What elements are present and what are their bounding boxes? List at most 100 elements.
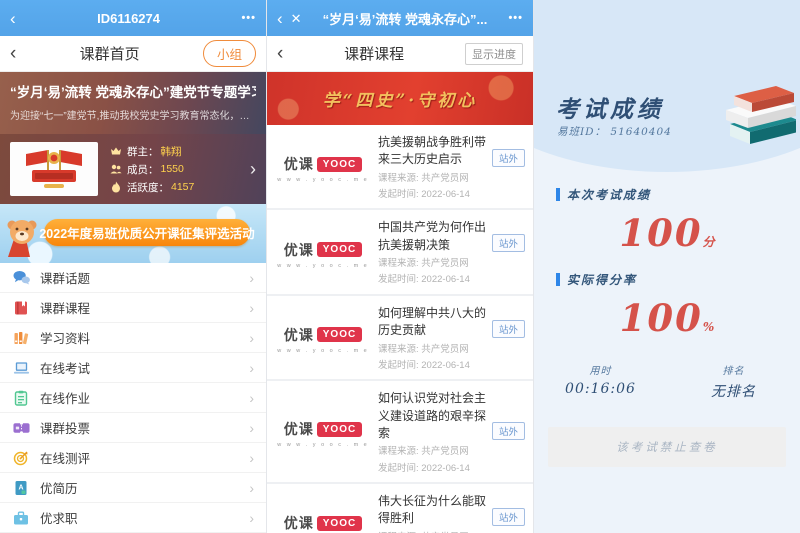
course-time: 发起时间: 2022-06-14 bbox=[378, 273, 525, 286]
activity-value: 4157 bbox=[171, 181, 194, 193]
book-icon bbox=[12, 299, 30, 317]
course-item[interactable]: 优课YOOC w w w . y o o c . m e 抗美援朝战争胜利带来三… bbox=[267, 125, 533, 210]
menu-item-label: 学习资料 bbox=[40, 328, 249, 347]
group-menu: 课群话题 › 课群课程 › 学习资料 › 在线考试 › 在线作业 › bbox=[0, 263, 266, 533]
owner-row: 群主：韩翔 bbox=[110, 144, 250, 159]
menu-item-label: 在线作业 bbox=[40, 388, 249, 407]
offsite-badge: 站外 bbox=[492, 234, 525, 252]
chevron-right-icon: › bbox=[249, 450, 254, 466]
time-cell: 用时 00:16:06 bbox=[534, 362, 667, 401]
page-title: 课群首页 bbox=[16, 43, 203, 64]
menu-item-assessment[interactable]: 在线测评 › bbox=[0, 443, 266, 473]
statusbar-title: “岁月‘易’流转 党魂永存心”... bbox=[310, 9, 501, 28]
group-stats: 群主：韩翔 成员：1550 活跃度：4157 bbox=[110, 141, 250, 198]
menu-item-exams[interactable]: 在线考试 › bbox=[0, 353, 266, 383]
close-icon[interactable]: ✕ bbox=[291, 12, 302, 25]
yooc-logo: 优课YOOC w w w . y o o c . m e bbox=[275, 493, 371, 533]
rate-label: 实际得分率 bbox=[567, 271, 637, 288]
course-item[interactable]: 优课YOOC w w w . y o o c . m e 中国共产党为何作出抗美… bbox=[267, 210, 533, 295]
yooc-logo-cn: 优课 bbox=[284, 154, 314, 174]
owner-value: 韩翔 bbox=[161, 144, 182, 159]
yooc-logo: 优课YOOC w w w . y o o c . m e bbox=[275, 305, 371, 372]
yooc-logo-cn: 优课 bbox=[284, 325, 314, 345]
course-body: 如何认识党对社会主义建设道路的艰辛探索 站外 课程来源: 共产党员网 发起时间:… bbox=[378, 390, 525, 475]
statusbar-title: ID6116274 bbox=[24, 11, 234, 26]
chevron-right-icon: › bbox=[249, 330, 254, 346]
chevron-right-icon: › bbox=[249, 420, 254, 436]
course-source: 课程来源: 共产党员网 bbox=[378, 172, 525, 185]
menu-item-materials[interactable]: 学习资料 › bbox=[0, 323, 266, 353]
group-button[interactable]: 小组 bbox=[203, 40, 256, 67]
yooc-logo-cn: 优课 bbox=[284, 240, 314, 260]
course-body: 抗美援朝战争胜利带来三大历史启示 站外 课程来源: 共产党员网 发起时间: 20… bbox=[378, 134, 525, 201]
page-title: 课群课程 bbox=[283, 43, 465, 64]
score-value: 100 bbox=[619, 211, 702, 255]
statusbar-middle: ‹ ✕ “岁月‘易’流转 党魂永存心”... ••• bbox=[267, 0, 533, 36]
section-bar-icon bbox=[556, 188, 560, 201]
chevron-right-icon: › bbox=[249, 390, 254, 406]
course-title: 如何理解中共八大的历史贡献 bbox=[378, 305, 487, 340]
time-value: 00:16:06 bbox=[534, 381, 667, 397]
yooc-logo-url: w w w . y o o c . m e bbox=[277, 348, 369, 354]
chevron-right-icon: › bbox=[249, 480, 254, 496]
owner-label: 群主： bbox=[127, 144, 159, 159]
panel-course-list: ‹ ✕ “岁月‘易’流转 党魂永存心”... ••• ‹ 课群课程 显示进度 学… bbox=[266, 0, 533, 533]
yooc-logo: 优课YOOC w w w . y o o c . m e bbox=[275, 134, 371, 201]
menu-item-votes[interactable]: 课群投票 › bbox=[0, 413, 266, 443]
menu-item-courses[interactable]: 课群课程 › bbox=[0, 293, 266, 323]
menu-item-jobs[interactable]: 优求职 › bbox=[0, 503, 266, 533]
course-body: 如何理解中共八大的历史贡献 站外 课程来源: 共产党员网 发起时间: 2022-… bbox=[378, 305, 525, 372]
course-item[interactable]: 优课YOOC w w w . y o o c . m e 如何理解中共八大的历史… bbox=[267, 296, 533, 381]
yooc-logo-url: w w w . y o o c . m e bbox=[277, 442, 369, 448]
bear-mascot-icon bbox=[4, 215, 42, 259]
course-title: 抗美援朝战争胜利带来三大历史启示 bbox=[378, 134, 487, 169]
briefcase-icon bbox=[12, 509, 30, 527]
yooc-logo-en: YOOC bbox=[317, 157, 362, 172]
more-icon[interactable]: ••• bbox=[241, 13, 256, 24]
banner-slogan: 学“四史”·守初心 bbox=[323, 86, 477, 111]
chevron-right-icon: › bbox=[250, 159, 256, 180]
menu-item-label: 在线测评 bbox=[40, 448, 249, 467]
back-icon[interactable]: ‹ bbox=[277, 10, 283, 27]
yooc-logo-url: w w w . y o o c . m e bbox=[277, 177, 369, 183]
review-forbidden-button[interactable]: 该考试禁止查卷 bbox=[548, 427, 786, 467]
menu-item-label: 课群投票 bbox=[40, 418, 249, 437]
show-progress-button[interactable]: 显示进度 bbox=[465, 43, 523, 65]
rate-value: 100 bbox=[620, 296, 703, 340]
section-bar-icon bbox=[556, 273, 560, 286]
menu-item-label: 在线考试 bbox=[40, 358, 249, 377]
course-time: 发起时间: 2022-06-14 bbox=[378, 359, 525, 372]
back-icon[interactable]: ‹ bbox=[10, 10, 16, 27]
files-icon bbox=[12, 329, 30, 347]
time-label: 用时 bbox=[534, 362, 667, 377]
activity-label: 活跃度： bbox=[127, 180, 169, 195]
flame-icon bbox=[110, 181, 122, 193]
course-time: 发起时间: 2022-06-14 bbox=[378, 188, 525, 201]
navbar-group-home: ‹ 课群首页 小组 bbox=[0, 36, 266, 72]
chevron-right-icon: › bbox=[249, 510, 254, 526]
course-item[interactable]: 优课YOOC w w w . y o o c . m e 如何认识党对社会主义建… bbox=[267, 381, 533, 484]
course-time: 发起时间: 2022-06-14 bbox=[378, 462, 525, 475]
three-screen-mockup: ‹ ID6116274 ••• ‹ 课群首页 小组 “岁月‘易’流转 党魂永存心… bbox=[0, 0, 800, 533]
ticket-icon bbox=[12, 419, 30, 437]
activity-banner[interactable]: 2022年度易班优质公开课征集评选活动 bbox=[0, 204, 266, 263]
course-item[interactable]: 优课YOOC w w w . y o o c . m e 伟大长征为什么能取得胜… bbox=[267, 484, 533, 533]
menu-item-homework[interactable]: 在线作业 › bbox=[0, 383, 266, 413]
activity-banner-text: 2022年度易班优质公开课征集评选活动 bbox=[44, 219, 250, 246]
yooc-logo-cn: 优课 bbox=[284, 513, 314, 533]
menu-item-resume[interactable]: A 优简历 › bbox=[0, 473, 266, 503]
panel-exam-result: ‹ ID6116274 ✕ ‹ 考试成绩 考试成绩 易班ID： 51640404 bbox=[533, 0, 800, 533]
target-icon bbox=[12, 449, 30, 467]
group-info-card[interactable]: 群主：韩翔 成员：1550 活跃度：4157 › bbox=[0, 134, 266, 204]
yooc-logo: 优课YOOC w w w . y o o c . m e bbox=[275, 390, 371, 475]
more-icon[interactable]: ••• bbox=[508, 13, 523, 24]
menu-item-label: 课群课程 bbox=[40, 298, 249, 317]
score-section-label: 本次考试成绩 bbox=[556, 186, 800, 203]
course-source: 课程来源: 共产党员网 bbox=[378, 445, 525, 458]
course-title: 伟大长征为什么能取得胜利 bbox=[378, 493, 487, 528]
group-header: “岁月‘易’流转 党魂永存心”建党节专题学习 为迎接“七一”建党节,推动我校党史… bbox=[0, 72, 266, 134]
yooc-logo-en: YOOC bbox=[317, 422, 362, 437]
yooc-logo-url: w w w . y o o c . m e bbox=[277, 263, 369, 269]
course-title: 中国共产党为何作出抗美援朝决策 bbox=[378, 219, 487, 254]
menu-item-topics[interactable]: 课群话题 › bbox=[0, 263, 266, 293]
